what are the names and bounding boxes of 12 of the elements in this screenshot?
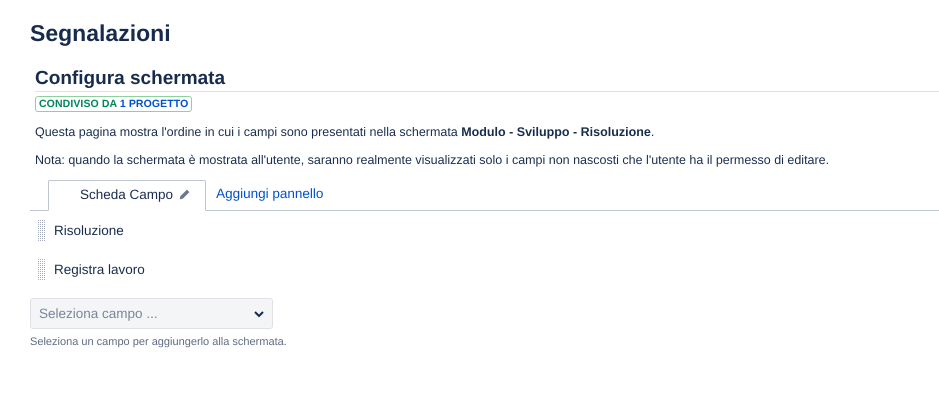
description-text: Questa pagina mostra l'ordine in cui i campi sono presentati nella schermata Modulo - Sviluppo - Risoluzione. <box>35 124 656 140</box>
section-title: Configura schermata <box>35 67 226 91</box>
chevron-down-icon <box>254 310 264 318</box>
shared-badge: CONDIVISO DA 1 PROGETTO <box>35 96 192 112</box>
page-title: Segnalazioni <box>30 20 172 47</box>
note-text: Nota: quando la schermata è mostrata all'utente, saranno realmente visualizzati solo i campi non nascosti che l'utente ha il permesso di editare. <box>35 152 830 168</box>
add-panel-link[interactable]: Aggiungi pannello <box>206 180 334 211</box>
field-label: Registra lavoro <box>54 262 145 277</box>
help-text: Seleziona un campo per aggiungerlo alla schermata. <box>30 336 288 348</box>
field-label: Risoluzione <box>54 223 124 238</box>
tab[interactable]: Scheda Campo <box>48 180 206 211</box>
pencil-icon[interactable] <box>178 188 192 201</box>
